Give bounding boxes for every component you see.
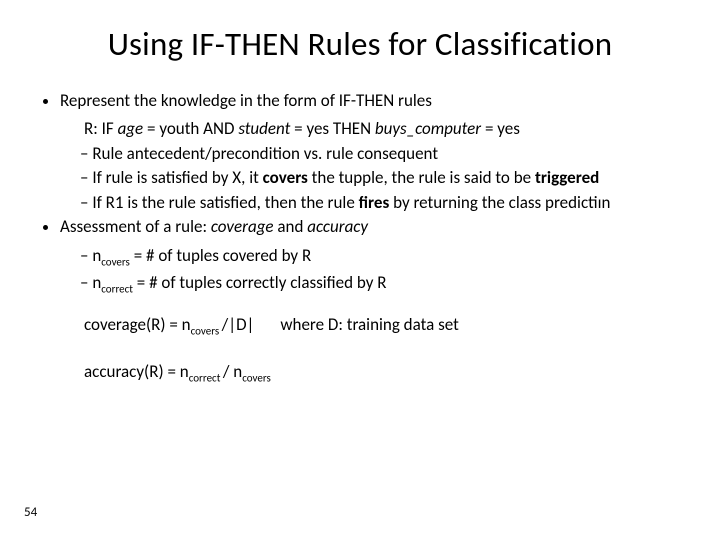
s4b: = # of tuples covered by R [130, 245, 311, 266]
page-number: 54 [24, 505, 37, 520]
s5a: n [92, 272, 101, 293]
sub-2: If rule is satisfied by X, it covers the… [80, 167, 692, 189]
formula-accuracy: accuracy(R) = ncorrect / ncovers [84, 361, 692, 386]
f2sub1: correct [189, 372, 223, 385]
b2d: accuracy [307, 216, 368, 237]
sub-3b: fires [359, 192, 390, 213]
rule-mid1: = youth AND [143, 118, 238, 139]
sub-2c: the tupple, the rule is said to be [308, 167, 535, 188]
f2b: / n [223, 361, 242, 382]
f1sub: covers [191, 325, 222, 338]
content-area: Represent the knowledge in the form of I… [28, 90, 692, 386]
sub-1: Rule antecedent/precondition vs. rule co… [80, 143, 692, 165]
rule-end: = yes [481, 118, 520, 139]
sub-list-2: ncovers = # of tuples covered by R ncorr… [28, 245, 692, 297]
f1b: /|D| [222, 314, 255, 335]
sub-5: ncorrect = # of tuples correctly classif… [80, 272, 692, 297]
rule-prefix: R: IF [84, 118, 118, 139]
rule-mid2: = yes THEN [290, 118, 375, 139]
sub-list-1: Rule antecedent/precondition vs. rule co… [28, 143, 692, 214]
f1a: coverage(R) = n [84, 314, 191, 335]
rule-student: student [238, 118, 290, 139]
rule-age: age [118, 118, 144, 139]
bullet-1: Represent the knowledge in the form of I… [60, 90, 692, 112]
sub-4: ncovers = # of tuples covered by R [80, 245, 692, 270]
formula-block: coverage(R) = ncovers /|D|where D: train… [28, 314, 692, 386]
sub-3: If R1 is the rule satisfied, then the ru… [80, 192, 692, 214]
f2a: accuracy(R) = n [84, 361, 189, 382]
formula-coverage: coverage(R) = ncovers /|D| where D: train… [84, 314, 692, 339]
f1where: where D: training data set [280, 314, 458, 335]
b2b: coverage [211, 216, 274, 237]
b2a: Assessment of a rule: [60, 216, 211, 237]
sub-3c: by returning the class predictiın [389, 192, 610, 213]
s5b: = # of tuples correctly classified by R [133, 272, 387, 293]
slide-title: Using IF-THEN Rules for Classification [38, 24, 682, 64]
s4sub: covers [101, 255, 130, 268]
s4a: n [92, 245, 101, 266]
rule-buys: buys_computer [375, 118, 481, 139]
bullet-2: Assessment of a rule: coverage and accur… [60, 216, 692, 238]
bullet-list: Represent the knowledge in the form of I… [28, 90, 692, 112]
b2c: and [274, 216, 308, 237]
f2sub2: covers [242, 372, 271, 385]
s5sub: correct [101, 282, 133, 295]
sub-2b: covers [263, 167, 308, 188]
rule-line: R: IF age = youth AND student = yes THEN… [28, 118, 692, 140]
sub-3a: If R1 is the rule satisfied, then the ru… [92, 192, 358, 213]
sub-2a: If rule is satisfied by X, it [92, 167, 262, 188]
slide: { "title": "Using IF-THEN Rules for Clas… [0, 0, 720, 540]
bullet-list-2: Assessment of a rule: coverage and accur… [28, 216, 692, 238]
sub-2d: triggered [535, 167, 599, 188]
